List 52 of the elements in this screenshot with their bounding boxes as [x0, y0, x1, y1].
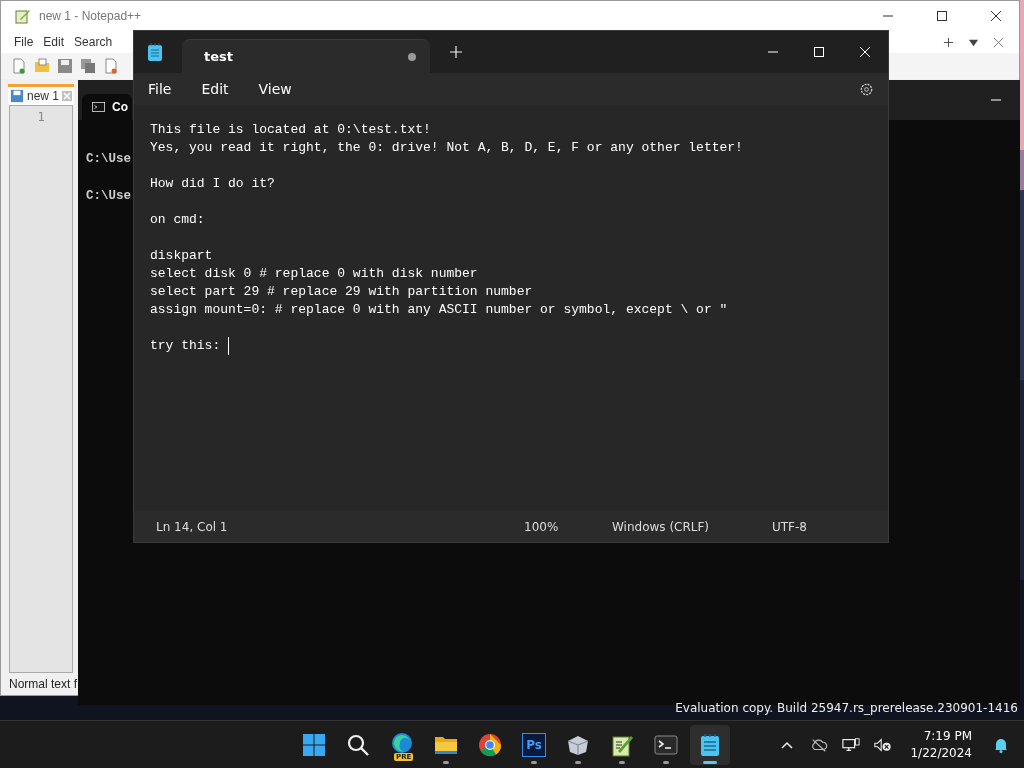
network-icon[interactable] — [842, 736, 861, 753]
cursor-position: Ln 14, Col 1 — [156, 519, 229, 534]
maximize-icon[interactable] — [936, 10, 948, 22]
console-line: C:\Use — [86, 188, 132, 205]
menu-item[interactable]: Edit — [201, 81, 229, 97]
line-number: 1 — [37, 110, 45, 124]
document-tab[interactable]: test — [182, 39, 430, 73]
status-text: Normal text f — [9, 677, 77, 691]
text-line: select disk 0 # replace 0 with disk number — [150, 265, 478, 283]
save-icon — [10, 89, 24, 103]
encoding[interactable]: UTF-8 — [772, 519, 807, 534]
terminal-icon — [92, 101, 105, 113]
close-file-icon[interactable] — [103, 58, 119, 74]
text-line: How did I do it? — [150, 175, 275, 193]
close-icon[interactable] — [990, 10, 1002, 22]
notepad-icon[interactable] — [698, 732, 722, 757]
text-line: try this: — [150, 337, 222, 355]
line-ending[interactable]: Windows (CRLF) — [612, 519, 772, 534]
text-line: This file is located at 0:\test.txt! — [150, 121, 431, 139]
notepad-icon — [148, 43, 162, 61]
notepad-icon — [15, 8, 31, 24]
watermark-text: Evaluation copy. Build 25947.rs_prerelease.230901-1416 — [675, 701, 1018, 715]
text-line: on cmd: — [150, 211, 205, 229]
menu-item[interactable]: Edit — [43, 35, 65, 49]
save-all-icon[interactable] — [80, 58, 96, 74]
browser-icon[interactable] — [478, 732, 502, 757]
menu-item[interactable]: Search — [74, 35, 113, 49]
console-line: C:\Use — [86, 151, 132, 168]
photo-editor-icon[interactable]: Ps — [522, 732, 546, 757]
new-file-icon[interactable] — [11, 58, 27, 74]
window-title: new 1 - Notepad++ — [39, 9, 142, 23]
file-tab[interactable]: new 1 — [8, 84, 75, 105]
zoom-level[interactable]: 100% — [524, 519, 612, 534]
plus-icon[interactable] — [943, 36, 954, 48]
terminal-tab[interactable]: Co — [82, 94, 132, 120]
text-line: diskpart — [150, 247, 213, 265]
taskbar-button[interactable] — [690, 724, 730, 765]
start-icon[interactable] — [302, 732, 326, 757]
volume-muted-icon[interactable] — [874, 736, 893, 753]
terminal-icon[interactable] — [654, 732, 678, 757]
text-line: assign mount=0: # replace 0 with any ASCII number or symbol, except \ or " — [150, 301, 728, 319]
menu-item[interactable]: File — [14, 35, 34, 49]
clock[interactable]: 7:19 PM 1/22/2024 — [910, 727, 972, 762]
cloud-off-icon[interactable] — [810, 736, 829, 753]
settings-icon[interactable] — [859, 81, 874, 97]
text-line: Yes, you read it right, the 0: drive! Not A, B, D, E, F or any other letter! — [150, 139, 743, 157]
search-icon[interactable] — [346, 732, 370, 757]
taskbar-button[interactable]: Ps — [514, 724, 554, 765]
menu-item[interactable]: File — [148, 81, 172, 97]
text-line: select part 29 # replace 29 with partition number — [150, 283, 533, 301]
save-icon[interactable] — [57, 58, 73, 74]
menu-item[interactable]: View — [258, 81, 292, 97]
